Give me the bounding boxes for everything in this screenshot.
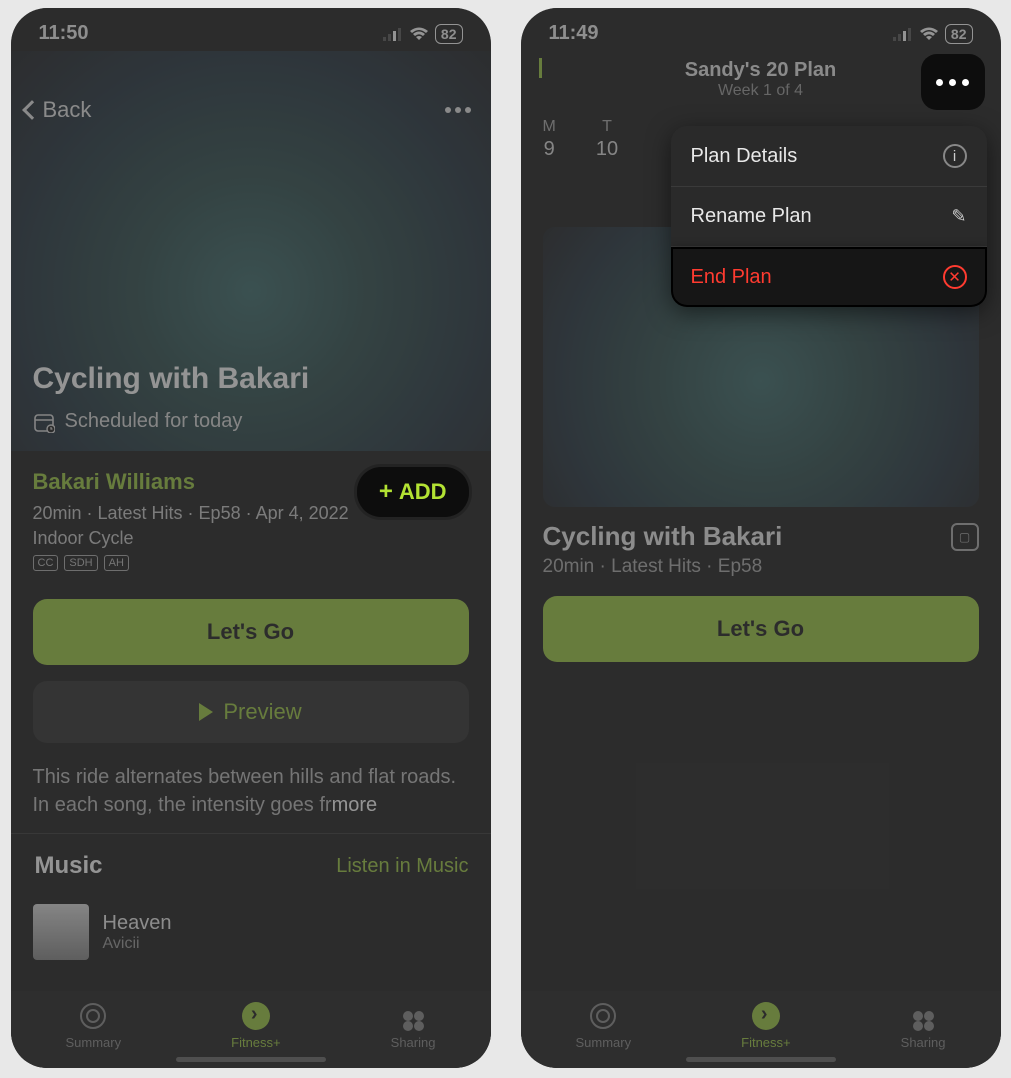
back-button[interactable]: Back [25,97,92,123]
chevron-left-icon [22,100,42,120]
song-row[interactable]: Heaven Avicii [11,898,491,960]
chevron-left-icon [539,58,542,78]
calendar-icon [33,411,55,433]
airplay-icon[interactable]: ▢ [951,523,979,551]
preview-label: Preview [223,699,301,725]
status-time: 11:49 [549,22,599,45]
wifi-icon [919,27,939,41]
sharing-icon [908,1001,938,1031]
description-text: This ride alternates between hills and f… [33,766,457,816]
menu-plan-details[interactable]: Plan Details i [671,126,987,187]
schedule-row: Scheduled for today [33,410,469,433]
hero-section: Back Cycling with Bakari Scheduled for t… [11,51,491,451]
weekday-tue[interactable]: T 10 [596,118,618,161]
tab-summary[interactable]: Summary [576,1001,632,1050]
tab-sharing[interactable]: Sharing [391,1001,436,1050]
tab-fitness-plus[interactable]: Fitness+ [231,1001,281,1050]
cellular-icon [893,27,913,41]
workout-title: Cycling with Bakari [33,362,469,396]
music-section-header: Music Listen in Music [11,833,491,898]
menu-end-plan[interactable]: End Plan ✕ [671,247,987,307]
song-artist: Avicii [103,935,172,953]
home-indicator[interactable] [686,1057,836,1062]
add-button[interactable]: + ADD [357,467,469,517]
more-button[interactable] [921,54,985,110]
menu-rename-plan[interactable]: Rename Plan ✎ [671,187,987,247]
card-title: Cycling with Bakari [543,521,783,552]
status-icons: 82 [893,24,973,44]
card-meta: 20min · Latest Hits · Ep58 [521,554,1001,580]
battery-icon: 82 [435,24,463,44]
trainer-block: Bakari Williams 20min · Latest Hits · Ep… [11,451,491,581]
tab-fitness-plus[interactable]: Fitness+ [741,1001,791,1050]
phone-right: 11:49 82 Sandy's 20 Plan Week 1 of 4 M 9… [521,8,1001,1068]
accessibility-badges: CC SDH AH [33,555,469,571]
tab-summary[interactable]: Summary [66,1001,122,1050]
status-bar: 11:50 82 [11,8,491,51]
apple-music-label: Music [33,852,103,880]
status-time: 11:50 [39,22,89,45]
fitness-icon [241,1001,271,1031]
schedule-text: Scheduled for today [65,410,243,433]
description: This ride alternates between hills and f… [11,749,491,833]
more-button[interactable] [439,101,477,119]
listen-in-music-link[interactable]: Listen in Music [336,855,468,878]
back-button[interactable] [539,58,542,76]
more-link[interactable]: more [332,794,378,816]
fitness-icon [751,1001,781,1031]
phone-left: 11:50 82 Back Cycling with Bakari Schedu… [11,8,491,1068]
status-bar: 11:49 82 [521,8,1001,51]
cellular-icon [383,27,403,41]
wifi-icon [409,27,429,41]
info-icon: i [943,144,967,168]
album-art [33,904,89,960]
sharing-icon [398,1001,428,1031]
weekday-mon[interactable]: M 9 [543,118,556,161]
status-icons: 82 [383,24,463,44]
lets-go-button[interactable]: Let's Go [33,599,469,665]
add-label: ADD [399,479,447,505]
summary-icon [588,1001,618,1031]
ah-badge: AH [104,555,129,571]
song-title: Heaven [103,912,172,935]
battery-icon: 82 [945,24,973,44]
context-menu: Plan Details i Rename Plan ✎ End Plan ✕ [671,126,987,307]
close-circle-icon: ✕ [943,265,967,289]
cc-badge: CC [33,555,59,571]
lets-go-button[interactable]: Let's Go [543,596,979,662]
tab-sharing[interactable]: Sharing [901,1001,946,1050]
sdh-badge: SDH [64,555,97,571]
workout-meta-2: Indoor Cycle [33,528,469,549]
home-indicator[interactable] [176,1057,326,1062]
summary-icon [78,1001,108,1031]
plus-icon: + [379,480,393,504]
preview-button[interactable]: Preview [33,681,469,743]
back-label: Back [43,97,92,123]
play-icon [199,703,213,721]
pencil-icon: ✎ [951,206,966,227]
